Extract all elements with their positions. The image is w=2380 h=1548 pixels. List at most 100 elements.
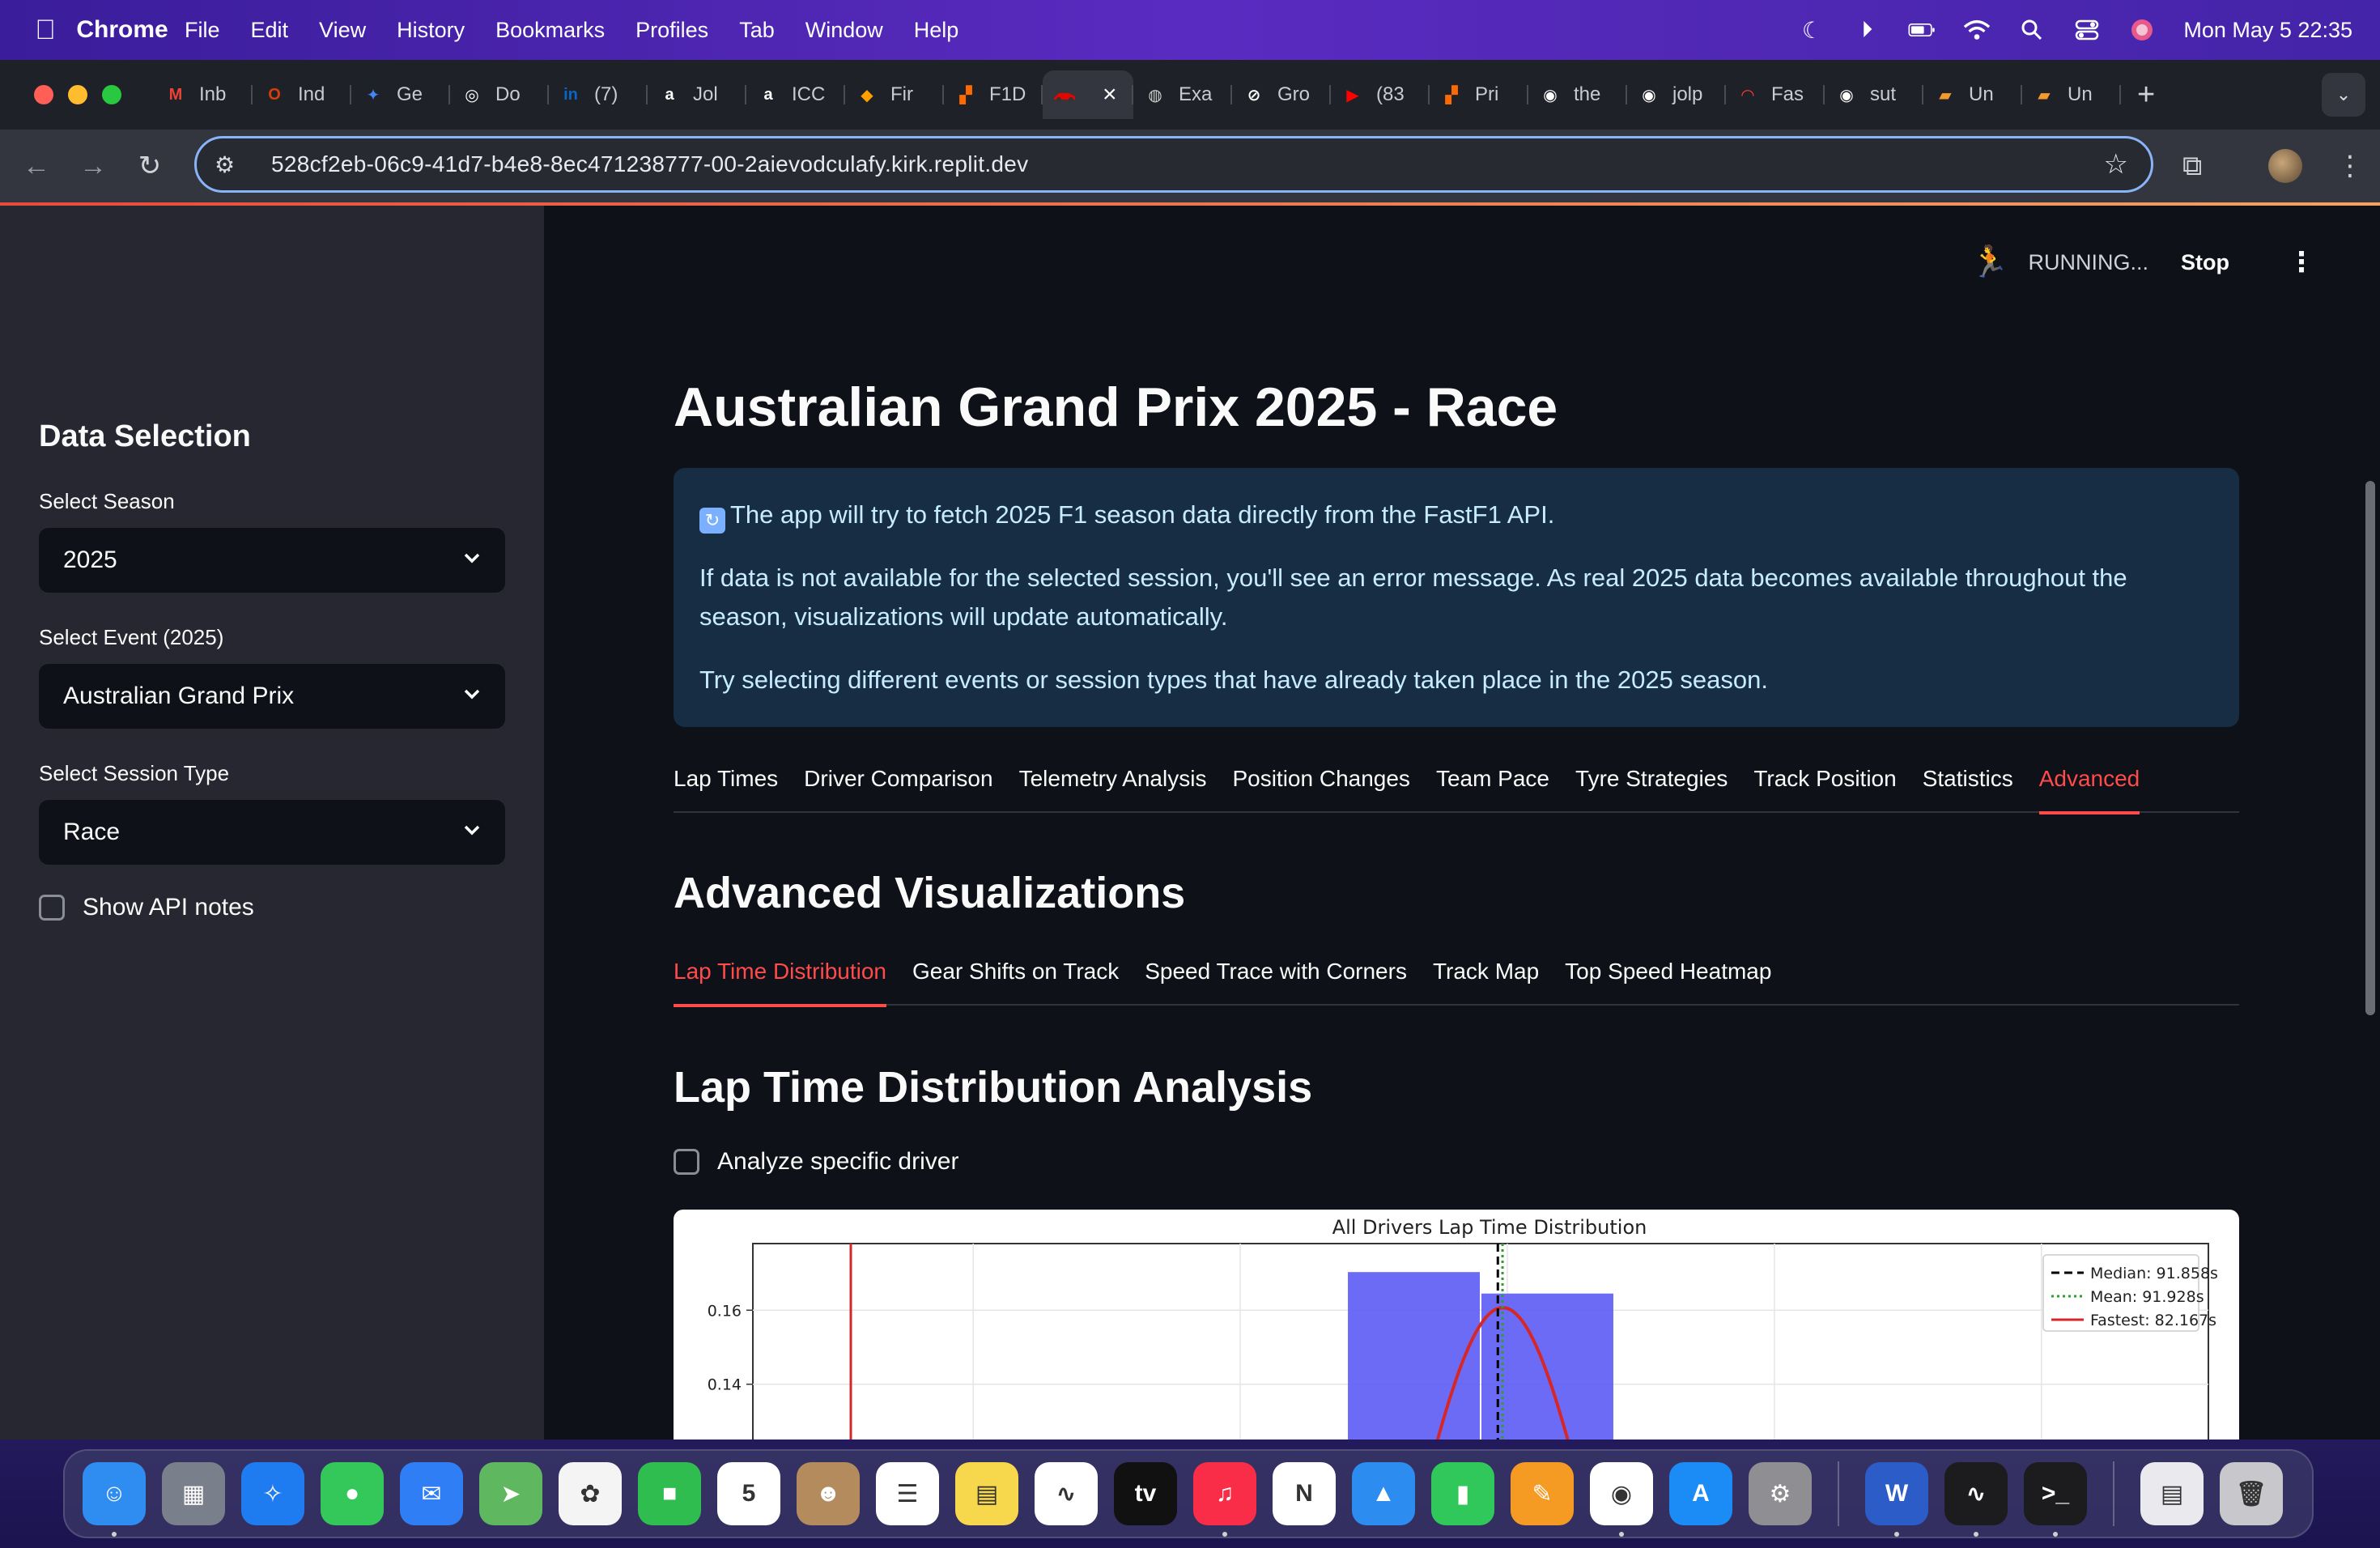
battery-icon[interactable] xyxy=(1908,16,1936,44)
season-select[interactable]: 2025 xyxy=(39,528,505,593)
launchpad-icon[interactable]: ▦ xyxy=(162,1462,225,1525)
browser-tab-2[interactable]: ✦ Ge xyxy=(351,70,450,119)
browser-tab-7[interactable]: ◆ Fir xyxy=(845,70,944,119)
api-notes-checkbox[interactable] xyxy=(39,895,65,921)
news-icon[interactable]: N xyxy=(1273,1462,1336,1525)
new-tab-button[interactable]: + xyxy=(2137,78,2155,113)
subtab-speed-trace[interactable]: Speed Trace with Corners xyxy=(1145,959,1407,1006)
tab-tyre-strategies[interactable]: Tyre Strategies xyxy=(1575,766,1728,813)
tab-team-pace[interactable]: Team Pace xyxy=(1436,766,1549,813)
bookmark-star-icon[interactable]: ☆ xyxy=(2104,148,2128,181)
menu-file[interactable]: File xyxy=(185,18,220,43)
api-notes-checkbox-row[interactable]: Show API notes xyxy=(39,894,254,921)
pages-icon[interactable]: ✎ xyxy=(1511,1462,1574,1525)
analyze-driver-checkbox[interactable] xyxy=(674,1149,699,1175)
reload-icon[interactable]: ↻ xyxy=(121,150,178,182)
tab-advanced[interactable]: Advanced xyxy=(2038,766,2140,814)
close-window-button[interactable] xyxy=(34,85,53,104)
browser-tab-5[interactable]: a Jol xyxy=(648,70,746,119)
menu-tab[interactable]: Tab xyxy=(739,18,775,43)
siri-icon[interactable] xyxy=(2128,16,2156,44)
appstore-icon[interactable]: A xyxy=(1669,1462,1732,1525)
browser-tab-8[interactable]: ▞ F1D xyxy=(944,70,1043,119)
minimize-window-button[interactable] xyxy=(68,85,87,104)
photos-icon[interactable]: ✿ xyxy=(559,1462,622,1525)
browser-tab-right-7[interactable]: ◉ sut xyxy=(1825,70,1923,119)
downloads-icon[interactable]: ▤ xyxy=(2140,1462,2204,1525)
profile-avatar[interactable] xyxy=(2268,149,2302,183)
menubar-datetime[interactable]: Mon May 5 22:35 xyxy=(2183,18,2352,43)
contacts-icon[interactable]: ☻ xyxy=(797,1462,860,1525)
tab-search-chevron-icon[interactable]: ⌄ xyxy=(2322,73,2365,117)
trash-icon[interactable]: 🗑 xyxy=(2220,1462,2283,1525)
extensions-puzzle-icon[interactable]: ⧉ xyxy=(2182,151,2202,182)
subtab-top-speed-heatmap[interactable]: Top Speed Heatmap xyxy=(1565,959,1771,1006)
event-select[interactable]: Australian Grand Prix xyxy=(39,664,505,729)
terminal-icon[interactable]: >_ xyxy=(2024,1462,2087,1537)
menu-app-name[interactable]: Chrome xyxy=(76,0,168,62)
zoom-window-button[interactable] xyxy=(102,85,121,104)
page-scrollbar[interactable] xyxy=(2365,481,2375,1015)
url-text[interactable]: 528cf2eb-06c9-41d7-b4e8-8ec471238777-00-… xyxy=(271,151,1028,177)
back-arrow-icon[interactable]: ← xyxy=(8,151,65,182)
main-menu-icon[interactable]: ⋮ xyxy=(2288,246,2315,279)
browser-tab-6[interactable]: a ICC xyxy=(746,70,845,119)
site-settings-icon[interactable]: ⚙ xyxy=(215,151,247,178)
focus-moon-icon[interactable]: ☾ xyxy=(1798,16,1825,44)
menu-edit[interactable]: Edit xyxy=(251,18,289,43)
browser-tab-right-9[interactable]: ▰ Un xyxy=(2022,70,2121,119)
tab-driver-comparison[interactable]: Driver Comparison xyxy=(804,766,992,813)
browser-tab-1[interactable]: O Ind xyxy=(253,70,351,119)
browser-tab-3[interactable]: ◎ Do xyxy=(450,70,549,119)
browser-tab-right-5[interactable]: ◉ jolp xyxy=(1627,70,1726,119)
tab-position-changes[interactable]: Position Changes xyxy=(1232,766,1409,813)
menu-history[interactable]: History xyxy=(397,18,465,43)
subtab-lap-time-distribution[interactable]: Lap Time Distribution xyxy=(674,959,887,1007)
apple-menu-icon[interactable]:  xyxy=(29,15,62,46)
browser-tab-right-4[interactable]: ◉ the xyxy=(1528,70,1627,119)
stop-button[interactable]: Stop xyxy=(2181,250,2229,275)
facetime-icon[interactable]: ■ xyxy=(638,1462,701,1525)
finder-icon[interactable]: ☺ xyxy=(83,1462,146,1537)
activity-monitor-icon[interactable]: ∿ xyxy=(1944,1462,2008,1537)
chrome-icon[interactable]: ◉ xyxy=(1590,1462,1653,1537)
notes-icon[interactable]: ▤ xyxy=(955,1462,1018,1525)
browser-tab-0[interactable]: M Inb xyxy=(154,70,253,119)
driver-checkbox-row[interactable]: Analyze specific driver xyxy=(674,1148,958,1176)
reminders-icon[interactable]: ☰ xyxy=(876,1462,939,1525)
browser-tab-right-2[interactable]: ▶ (83 xyxy=(1331,70,1430,119)
control-center-icon[interactable] xyxy=(2073,16,2101,44)
forward-arrow-icon[interactable]: → xyxy=(65,151,121,182)
word-icon[interactable]: W xyxy=(1865,1462,1928,1537)
browser-tab-active[interactable]: × xyxy=(1043,70,1133,119)
freeform-icon[interactable]: ∿ xyxy=(1035,1462,1098,1525)
subtab-gear-shifts[interactable]: Gear Shifts on Track xyxy=(912,959,1119,1006)
mail-icon[interactable]: ✉ xyxy=(400,1462,463,1525)
tab-telemetry-analysis[interactable]: Telemetry Analysis xyxy=(1019,766,1207,813)
keynote-icon[interactable]: ▲ xyxy=(1352,1462,1415,1525)
menu-bookmarks[interactable]: Bookmarks xyxy=(495,18,605,43)
tab-statistics[interactable]: Statistics xyxy=(1923,766,2013,813)
browser-tab-4[interactable]: in (7) xyxy=(549,70,648,119)
wifi-icon[interactable] xyxy=(1963,16,1991,44)
spotlight-search-icon[interactable] xyxy=(2018,16,2046,44)
now-playing-icon[interactable]: ⏵ xyxy=(1853,16,1881,44)
address-bar[interactable]: ⚙ 528cf2eb-06c9-41d7-b4e8-8ec471238777-0… xyxy=(194,136,2153,193)
tab-lap-times[interactable]: Lap Times xyxy=(674,766,778,813)
safari-icon[interactable]: ✧ xyxy=(241,1462,304,1525)
messages-icon[interactable]: ● xyxy=(321,1462,384,1525)
appletv-icon[interactable]: tv xyxy=(1114,1462,1177,1525)
maps-icon[interactable]: ➤ xyxy=(479,1462,542,1525)
close-tab-icon[interactable]: × xyxy=(1103,81,1117,108)
browser-tab-right-8[interactable]: ▰ Un xyxy=(1923,70,2022,119)
chrome-menu-icon[interactable]: ⋮ xyxy=(2336,150,2364,182)
settings-icon[interactable]: ⚙ xyxy=(1749,1462,1812,1525)
browser-tab-right-6[interactable]: ◠ Fas xyxy=(1726,70,1825,119)
numbers-icon[interactable]: ▮ xyxy=(1431,1462,1494,1525)
browser-tab-right-1[interactable]: ⊘ Gro xyxy=(1232,70,1331,119)
calendar-icon[interactable]: 5 xyxy=(717,1462,780,1525)
tab-track-position[interactable]: Track Position xyxy=(1753,766,1896,813)
browser-tab-right-3[interactable]: ▞ Pri xyxy=(1430,70,1528,119)
session-select[interactable]: Race xyxy=(39,800,505,865)
menu-profiles[interactable]: Profiles xyxy=(635,18,708,43)
